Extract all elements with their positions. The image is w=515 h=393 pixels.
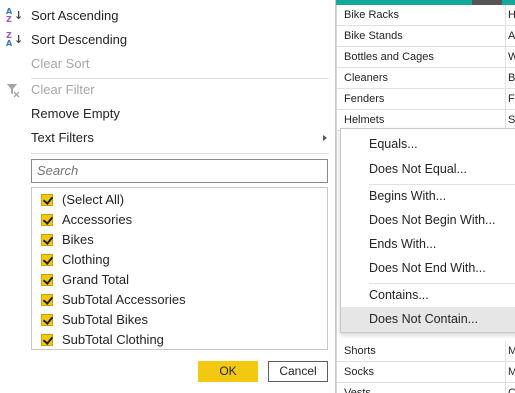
ends-with-label: Ends With... [369,237,437,251]
sort-ascending-item[interactable]: A Z ↓ Sort Ascending [0,4,336,28]
table-cell: Cl [505,383,515,393]
does-not-contain-label: Does Not Contain... [369,312,479,326]
list-item[interactable]: Bikes [32,230,327,250]
table-cell: Bi [505,68,515,89]
list-item[interactable]: Accessories [32,210,327,230]
table-cell: M [505,341,515,362]
checkbox-checked[interactable] [41,214,53,226]
table-cell: Shorts [344,345,376,357]
checkbox-checked[interactable] [41,234,53,246]
remove-empty-label: Remove Empty [31,106,120,121]
sort-ascending-label: Sort Ascending [31,8,119,23]
does-not-begin-with-item[interactable]: Does Not Begin With... [341,208,515,233]
sort-descending-item[interactable]: Z A ↓ Sort Descending [0,28,336,52]
checkbox-checked[interactable] [41,334,53,346]
table-row: Bike Racks Hi [337,5,515,26]
sort-descending-icon: Z A ↓ [6,31,24,48]
remove-empty-item[interactable]: Remove Empty [0,102,336,126]
list-item[interactable]: SubTotal Bikes [32,310,327,330]
value-checklist: (Select All) Accessories Bikes Clothing … [31,187,328,350]
table-cell: Hi [505,5,515,26]
begins-with-item[interactable]: Begins With... [341,184,515,209]
does-not-equal-item[interactable]: Does Not Equal... [341,157,515,182]
sort-descending-label: Sort Descending [31,32,128,47]
does-not-end-with-item[interactable]: Does Not End With... [341,256,515,281]
table-row: Vests Cl [337,383,515,393]
table-row: Bike Stands Al [337,26,515,47]
clear-filter-icon [6,81,20,99]
list-item[interactable]: (Select All) [32,190,327,210]
does-not-equal-label: Does Not Equal... [369,162,467,176]
clear-filter-item[interactable]: Clear Filter [0,78,336,102]
table-cell: Socks [344,366,374,378]
list-item-label: Grand Total [62,272,129,287]
contains-label: Contains... [369,288,429,302]
table-row: Bottles and Cages W [337,47,515,68]
does-not-contain-item[interactable]: Does Not Contain... [341,307,515,332]
table-cell: Vests [344,387,371,393]
does-not-end-with-label: Does Not End With... [369,261,486,275]
table-cell: Bike Racks [344,9,400,21]
clear-sort-item[interactable]: Clear Sort [0,52,336,76]
table-cell: Cleaners [344,72,389,84]
begins-with-label: Begins With... [369,189,447,203]
equals-item[interactable]: Equals... [341,132,515,157]
table-cell: Fenders [344,93,385,105]
clear-filter-label: Clear Filter [31,82,95,97]
table-row: Shorts M [337,341,515,362]
list-item-label: SubTotal Bikes [62,312,148,327]
text-filters-label: Text Filters [31,130,94,145]
ok-button[interactable]: OK [198,361,258,382]
list-item[interactable]: Clothing [32,250,327,270]
table-row: Cleaners Bi [337,68,515,89]
sort-ascending-icon: A Z ↓ [6,7,24,24]
list-item[interactable]: Grand Total [32,270,327,290]
table-cell: Fe [505,89,515,110]
table-cell: Bike Stands [344,30,403,42]
checkbox-checked[interactable] [41,254,53,266]
list-item-label: Clothing [62,252,110,267]
equals-label: Equals... [369,137,418,151]
table-cell: Bottles and Cages [344,51,434,63]
list-item-label: SubTotal Clothing [62,332,164,347]
list-item-label: (Select All) [62,192,125,207]
ends-with-item[interactable]: Ends With... [341,232,515,257]
search-input[interactable]: Search [31,159,328,183]
checkbox-checked[interactable] [41,294,53,306]
filter-menu: A Z ↓ Sort Ascending Z A ↓ Sort Descending C… [0,0,336,393]
list-item-label: Bikes [62,232,94,247]
table-row: Fenders Fe [337,89,515,110]
table-row: Socks M [337,362,515,383]
checkbox-checked[interactable] [41,314,53,326]
list-item[interactable]: SubTotal Accessories [32,290,327,310]
divider [31,153,329,154]
chevron-right-icon [323,135,327,141]
clear-sort-label: Clear Sort [31,56,90,71]
contains-item[interactable]: Contains... [341,283,515,308]
cancel-button[interactable]: Cancel [268,361,328,382]
text-filters-item[interactable]: Text Filters [0,126,336,150]
table-cell: W [505,47,515,68]
table-cell: M [505,362,515,383]
does-not-begin-with-label: Does Not Begin With... [369,213,496,227]
checkbox-checked[interactable] [41,274,53,286]
checkbox-checked[interactable] [41,194,53,206]
text-filters-submenu: Equals... Does Not Equal... Begins With.… [340,128,515,333]
list-item-label: SubTotal Accessories [62,292,186,307]
table-cell: Al [505,26,515,47]
list-item-label: Accessories [62,212,133,227]
list-item[interactable]: SubTotal Clothing [32,330,327,349]
